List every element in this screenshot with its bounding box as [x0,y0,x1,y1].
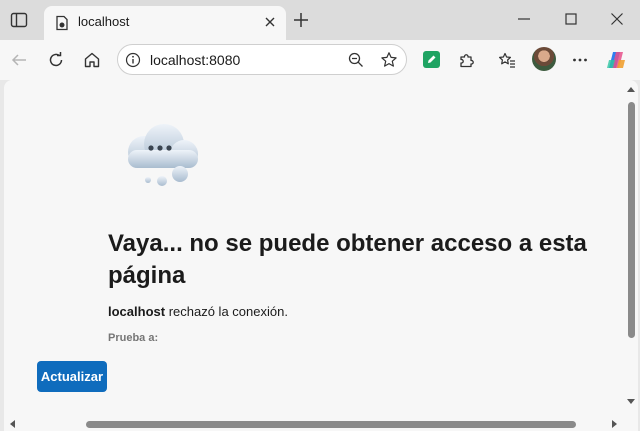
pencil-icon [428,55,436,63]
more-icon[interactable] [571,51,589,69]
minimize-icon[interactable] [517,12,531,26]
error-description-text: rechazó la conexión. [165,304,288,319]
star-icon[interactable] [380,51,398,69]
tab-localhost[interactable]: localhost [44,6,286,40]
title-bar: localhost [0,0,640,40]
close-icon[interactable] [264,16,276,28]
vertical-scrollbar[interactable] [624,80,638,417]
page-title: Vaya... no se puede obtener acceso a est… [108,230,587,289]
url-text[interactable]: localhost:8080 [150,52,240,68]
toolbar: localhost:8080 [0,40,640,80]
plus-icon[interactable] [292,11,310,29]
avatar[interactable] [532,47,556,71]
scroll-left-icon[interactable] [10,420,15,428]
copilot-icon[interactable] [606,49,628,71]
scroll-up-icon[interactable] [627,87,635,92]
zoom-out-icon[interactable] [348,52,364,68]
error-description: localhost rechazó la conexión. [108,304,288,319]
reload-icon[interactable] [47,51,65,69]
favorites-icon[interactable] [498,51,516,69]
vertical-scroll-thumb[interactable] [628,102,635,338]
cloud-icon [128,124,198,186]
maximize-icon[interactable] [564,12,578,26]
page-icon [56,15,68,31]
close-window-icon[interactable] [610,12,624,26]
scroll-down-icon[interactable] [627,399,635,404]
scroll-right-icon[interactable] [612,420,617,428]
puzzle-icon[interactable] [458,51,476,69]
sidebar-icon[interactable] [10,11,28,29]
extension-green-icon[interactable] [423,51,440,68]
back-arrow-icon[interactable] [10,51,28,69]
address-bar[interactable]: localhost:8080 [117,44,407,75]
horizontal-scrollbar[interactable] [4,417,624,431]
horizontal-scroll-thumb[interactable] [86,421,576,428]
error-host: localhost [108,304,166,319]
try-label: Prueba a: [108,332,159,344]
tab-title: localhost [78,14,130,29]
home-icon[interactable] [83,51,101,69]
info-icon[interactable] [125,52,141,68]
refresh-button[interactable]: Actualizar [37,361,107,392]
page-content: Vaya... no se puede obtener acceso a est… [4,80,638,431]
